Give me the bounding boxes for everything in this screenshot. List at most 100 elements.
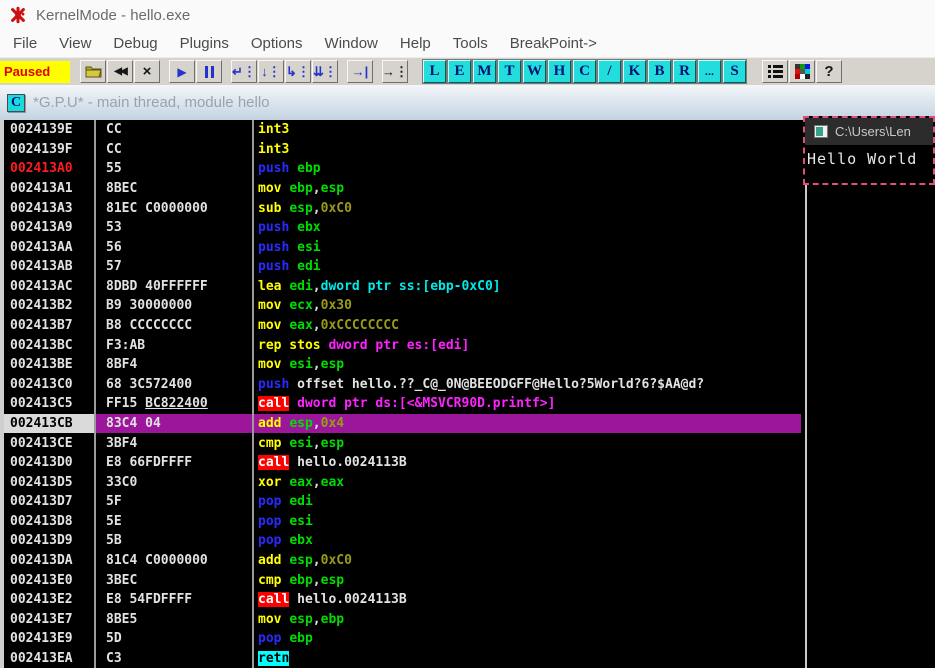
menu-item-file[interactable]: File — [2, 35, 48, 52]
title-bar[interactable]: KernelMode - hello.exe — [0, 0, 935, 30]
disasm-address[interactable]: 002413E7 — [4, 609, 94, 629]
disasm-address[interactable]: 002413CE — [4, 433, 94, 453]
menu-item-window[interactable]: Window — [314, 35, 389, 52]
menu-item-options[interactable]: Options — [240, 35, 314, 52]
disasm-row[interactable]: 002413A381EC C0000000sub esp,0xC0 — [4, 198, 805, 218]
app-icon — [9, 6, 27, 24]
disasm-address[interactable]: 002413DA — [4, 551, 94, 571]
disasm-address[interactable]: 002413E0 — [4, 570, 94, 590]
disasm-row[interactable]: 002413EAC3retn — [4, 649, 805, 668]
disasm-row[interactable]: 002413BE8BF4mov esi,esp — [4, 355, 805, 375]
disasm-address[interactable]: 002413D0 — [4, 453, 94, 473]
disasm-address[interactable]: 002413A1 — [4, 179, 94, 199]
disasm-row[interactable]: 002413AA56push esi — [4, 237, 805, 257]
disasm-address[interactable]: 002413E2 — [4, 590, 94, 610]
trace-into-button[interactable]: ↳⋮ — [285, 60, 311, 83]
disasm-address[interactable]: 002413B2 — [4, 296, 94, 316]
cpu-window-caption[interactable]: C *G.P.U* - main thread, module hello — [0, 85, 935, 120]
disasm-row[interactable]: 002413E03BECcmp ebp,esp — [4, 570, 805, 590]
disasm-address[interactable]: 002413C0 — [4, 375, 94, 395]
disasm-row[interactable]: 002413CE3BF4cmp esi,esp — [4, 433, 805, 453]
go-to-button[interactable]: →⋮ — [382, 60, 408, 83]
letter-button-R[interactable]: R — [673, 60, 696, 83]
pause-button[interactable] — [196, 60, 222, 83]
disasm-row[interactable]: 002413D95Bpop ebx — [4, 531, 805, 551]
letter-button-T[interactable]: T — [498, 60, 521, 83]
close-process-button[interactable]: × — [134, 60, 160, 83]
menu-item-breakpoint[interactable]: BreakPoint-> — [499, 35, 608, 52]
disasm-row[interactable]: 002413D533C0xor eax,eax — [4, 472, 805, 492]
disasm-row[interactable]: 002413E78BE5mov esp,ebp — [4, 609, 805, 629]
letter-button-K[interactable]: K — [623, 60, 646, 83]
disasm-row[interactable]: 002413C5FF15 BC822400call dword ptr ds:[… — [4, 394, 805, 414]
disasm-address[interactable]: 002413BE — [4, 355, 94, 375]
disasm-row[interactable]: 002413E2E8 54FDFFFFcall hello.0024113B — [4, 590, 805, 610]
disasm-row[interactable]: 002413C068 3C572400push offset hello.??_… — [4, 375, 805, 395]
disasm-address[interactable]: 002413EA — [4, 649, 94, 668]
trace-over-button[interactable]: ⇊⋮ — [312, 60, 338, 83]
disasm-address[interactable]: 002413C5 — [4, 394, 94, 414]
menu-item-plugins[interactable]: Plugins — [169, 35, 240, 52]
disasm-address-breakpoint[interactable]: 002413A0 — [4, 159, 94, 179]
letter-button-H[interactable]: H — [548, 60, 571, 83]
step-into-button[interactable]: ↵⋮ — [231, 60, 257, 83]
disasm-instruction: push ebp — [252, 159, 801, 179]
disasm-address[interactable]: 002413A9 — [4, 218, 94, 238]
disasm-row[interactable]: 002413A055push ebp — [4, 159, 805, 179]
disasm-row[interactable]: 0024139ECCint3 — [4, 120, 805, 140]
letter-button-slash[interactable]: / — [598, 60, 621, 83]
letter-button-S[interactable]: S — [723, 60, 746, 83]
disasm-row[interactable]: 002413E95Dpop ebp — [4, 629, 805, 649]
disasm-address[interactable]: 002413D8 — [4, 512, 94, 532]
execute-till-return-button[interactable]: →| — [347, 60, 373, 83]
disasm-row[interactable]: 002413D0E8 66FDFFFFcall hello.0024113B — [4, 453, 805, 473]
disasm-row[interactable]: 002413AB57push edi — [4, 257, 805, 277]
disasm-row[interactable]: 002413B2B9 30000000mov ecx,0x30 — [4, 296, 805, 316]
disasm-row[interactable]: 002413BCF3:ABrep stos dword ptr es:[edi] — [4, 335, 805, 355]
restart-button[interactable]: ◀◀ — [107, 60, 133, 83]
disasm-row[interactable]: 002413D85Epop esi — [4, 512, 805, 532]
disasm-row[interactable]: 002413A18BECmov ebp,esp — [4, 179, 805, 199]
disasm-address[interactable]: 0024139E — [4, 120, 94, 140]
disasm-address[interactable]: 002413A3 — [4, 198, 94, 218]
disasm-address[interactable]: 002413AA — [4, 237, 94, 257]
log-button[interactable] — [762, 60, 788, 83]
letter-button-L[interactable]: L — [423, 60, 446, 83]
help-button[interactable]: ? — [816, 60, 842, 83]
menu-item-tools[interactable]: Tools — [442, 35, 499, 52]
disasm-address[interactable]: 002413CB — [4, 414, 94, 434]
disasm-address[interactable]: 002413BC — [4, 335, 94, 355]
disasm-row[interactable]: 002413CB83C4 04add esp,0x4 — [4, 414, 805, 434]
disasm-row[interactable]: 002413AC8DBD 40FFFFFFlea edi,dword ptr s… — [4, 277, 805, 297]
disasm-address[interactable]: 002413AB — [4, 257, 94, 277]
step-over-button[interactable]: ↓⋮ — [258, 60, 284, 83]
disasm-address[interactable]: 002413E9 — [4, 629, 94, 649]
column-divider-bytes[interactable] — [252, 120, 254, 668]
disasm-row[interactable]: 002413D75Fpop edi — [4, 492, 805, 512]
menu-item-help[interactable]: Help — [389, 35, 442, 52]
appearance-button[interactable] — [789, 60, 815, 83]
menu-item-view[interactable]: View — [48, 35, 102, 52]
disasm-address[interactable]: 002413D7 — [4, 492, 94, 512]
letter-button-C[interactable]: C — [573, 60, 596, 83]
pane-right-border[interactable] — [805, 120, 807, 668]
disasm-address[interactable]: 002413B7 — [4, 316, 94, 336]
letter-button-E[interactable]: E — [448, 60, 471, 83]
open-file-button[interactable] — [80, 60, 106, 83]
disasm-address[interactable]: 0024139F — [4, 140, 94, 160]
disasm-row[interactable]: 002413DA81C4 C0000000add esp,0xC0 — [4, 551, 805, 571]
disasm-address[interactable]: 002413D9 — [4, 531, 94, 551]
disasm-row[interactable]: 002413B7B8 CCCCCCCCmov eax,0xCCCCCCCC — [4, 316, 805, 336]
letter-button-W[interactable]: W — [523, 60, 546, 83]
console-title-bar[interactable]: C:\Users\Len — [805, 118, 933, 145]
letter-button-M[interactable]: M — [473, 60, 496, 83]
disasm-address[interactable]: 002413AC — [4, 277, 94, 297]
disasm-address[interactable]: 002413D5 — [4, 472, 94, 492]
letter-button-B[interactable]: B — [648, 60, 671, 83]
letter-button-more[interactable]: ... — [698, 60, 721, 83]
disasm-row[interactable]: 002413A953push ebx — [4, 218, 805, 238]
run-button[interactable]: ▶ — [169, 60, 195, 83]
menu-item-debug[interactable]: Debug — [102, 35, 168, 52]
column-divider-address[interactable] — [94, 120, 96, 668]
disasm-row[interactable]: 0024139FCCint3 — [4, 140, 805, 160]
